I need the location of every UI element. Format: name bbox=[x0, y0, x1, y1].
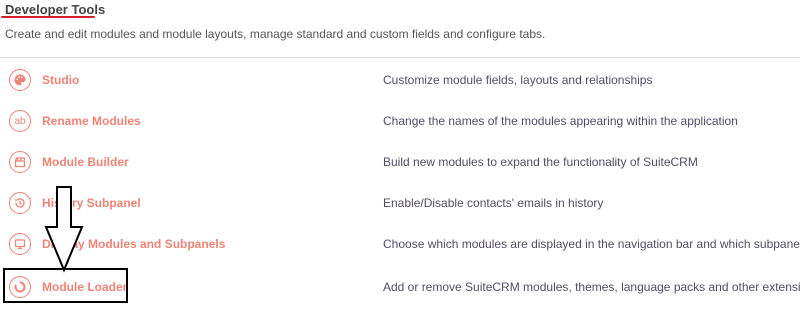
page-subtitle: Create and edit modules and module layou… bbox=[5, 27, 546, 41]
module-builder-link[interactable]: Module Builder bbox=[42, 155, 129, 169]
display-modules-description: Choose which modules are displayed in th… bbox=[383, 237, 800, 251]
page-title: Developer Tools bbox=[5, 2, 106, 17]
module-builder-description: Build new modules to expand the function… bbox=[383, 155, 698, 169]
annotation-arrow bbox=[44, 186, 84, 273]
annotation-highlight-box bbox=[3, 268, 128, 303]
module-loader-description: Add or remove SuiteCRM modules, themes, … bbox=[383, 280, 800, 294]
tool-row-display-modules: Display Modules and Subpanels Choose whi… bbox=[0, 223, 800, 264]
palette-icon[interactable] bbox=[9, 69, 31, 91]
monitor-icon[interactable] bbox=[9, 233, 31, 255]
page-header: Developer Tools Create and edit modules … bbox=[0, 0, 800, 60]
tool-row-history-subpanel: History Subpanel Enable/Disable contacts… bbox=[0, 182, 800, 223]
header-divider bbox=[0, 57, 800, 58]
history-subpanel-description: Enable/Disable contacts' emails in histo… bbox=[383, 196, 604, 210]
studio-link[interactable]: Studio bbox=[42, 73, 79, 87]
tool-row-studio: Studio Customize module fields, layouts … bbox=[0, 59, 800, 100]
rename-modules-link[interactable]: Rename Modules bbox=[42, 114, 141, 128]
tool-row-module-builder: Module Builder Build new modules to expa… bbox=[0, 141, 800, 182]
history-icon[interactable] bbox=[9, 192, 31, 214]
ab-text-icon[interactable]: ab bbox=[9, 110, 31, 132]
rename-modules-description: Change the names of the modules appearin… bbox=[383, 114, 738, 128]
title-underline bbox=[1, 16, 95, 18]
tool-row-rename-modules: ab Rename Modules Change the names of th… bbox=[0, 100, 800, 141]
clapperboard-icon[interactable] bbox=[9, 151, 31, 173]
studio-description: Customize module fields, layouts and rel… bbox=[383, 73, 653, 87]
